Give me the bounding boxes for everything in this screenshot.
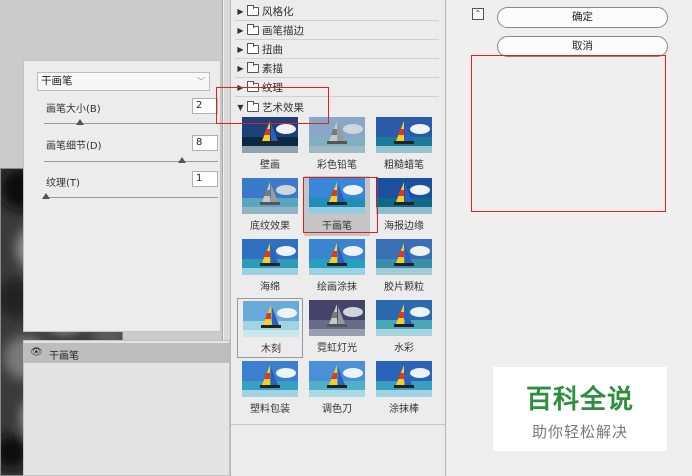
category-label: 画笔描边 — [262, 25, 304, 37]
collapsed-arrow-icon: ▶ — [237, 26, 244, 35]
annotation-box-params — [471, 55, 666, 212]
filter-thumb-palette-knife[interactable]: 调色刀 — [304, 359, 370, 419]
filter-thumb-label: 塑料包装 — [250, 404, 290, 415]
texture-label: 纹理(T) — [46, 178, 80, 189]
brush-detail-slider-track[interactable] — [44, 161, 218, 162]
brush-detail-input[interactable]: 8 — [192, 135, 218, 151]
filter-preview-image — [242, 361, 298, 397]
filter-thumb-label: 霓虹灯光 — [317, 343, 357, 354]
filter-preview-image — [376, 178, 432, 214]
effect-layer-name: 干画笔 — [49, 351, 79, 362]
collapse-up-icon[interactable]: ⌃ — [472, 8, 484, 20]
filter-thumb-label: 海报边缘 — [384, 221, 424, 232]
category-label: 素描 — [262, 63, 283, 75]
filter-thumb-label: 绘画涂抹 — [317, 282, 357, 293]
filter-thumb-label: 壁画 — [260, 160, 280, 171]
category-label: 扭曲 — [262, 44, 283, 56]
filter-thumb-label: 木刻 — [261, 344, 281, 355]
brush-size-slider-track[interactable] — [44, 123, 218, 124]
filter-thumb-watercolor[interactable]: 水彩 — [371, 298, 437, 358]
filter-thumb-sponge[interactable]: 海绵 — [237, 237, 303, 297]
filter-preview-image — [376, 117, 432, 153]
watermark-subtitle: 助你轻松解决 — [531, 423, 628, 441]
filter-thumb-neon-glow[interactable]: 霓虹灯光 — [304, 298, 370, 358]
filter-preview-image — [309, 300, 365, 336]
filter-preview-image — [376, 300, 432, 336]
filter-thumb-label: 彩色铅笔 — [317, 160, 357, 171]
filter-preview-image — [309, 239, 365, 275]
filter-thumb-label: 调色刀 — [322, 404, 352, 415]
filter-thumb-label: 底纹效果 — [250, 221, 290, 232]
chevron-down-icon: ﹀ — [197, 77, 205, 86]
filter-thumb-colored-pencil[interactable]: 彩色铅笔 — [304, 115, 370, 175]
folder-icon — [247, 43, 259, 54]
brush-size-input[interactable]: 2 — [192, 98, 218, 114]
texture-slider-thumb[interactable] — [42, 193, 50, 199]
watermark-title: 百科全说 — [525, 385, 634, 415]
filter-thumb-underpainting[interactable]: 底纹效果 — [237, 176, 303, 236]
folder-icon — [247, 5, 259, 16]
brush-size-slider-thumb[interactable] — [76, 119, 84, 125]
watermark-logo: 百科全说 助你轻松解决 — [493, 367, 667, 451]
filter-thumb-label: 海绵 — [260, 282, 280, 293]
cancel-button[interactable]: 取消 — [497, 36, 668, 57]
filter-thumb-label: 胶片颗粒 — [384, 282, 424, 293]
category-distort[interactable]: ▶ 扭曲 — [235, 41, 439, 59]
category-label: 风格化 — [262, 6, 294, 18]
collapsed-arrow-icon: ▶ — [237, 7, 244, 16]
filter-thumb-smudge-stick[interactable]: 涂抹棒 — [371, 359, 437, 419]
category-brush-strokes[interactable]: ▶ 画笔描边 — [235, 22, 439, 40]
filter-gallery: ▶ 风格化 ▶ 画笔描边 ▶ 扭曲 ▶ 素描 ▶ 纹理 ▼ 艺术效果 壁画 彩色铅… — [231, 0, 446, 476]
filter-thumb-label: 水彩 — [394, 343, 414, 354]
filter-thumb-label: 涂抹棒 — [389, 404, 419, 415]
filter-thumb-film-grain[interactable]: 胶片颗粒 — [371, 237, 437, 297]
filter-preview-image — [376, 239, 432, 275]
filter-preview-image — [242, 178, 298, 214]
gallery-footer — [231, 424, 445, 476]
ok-button[interactable]: 确定 — [497, 7, 668, 28]
filter-preview-image — [309, 361, 365, 397]
brush-detail-slider-thumb[interactable] — [178, 157, 186, 163]
annotation-box-category — [216, 87, 329, 124]
category-sketch[interactable]: ▶ 素描 — [235, 60, 439, 78]
eye-icon[interactable]: 👁 — [30, 347, 43, 358]
collapsed-arrow-icon: ▶ — [237, 45, 244, 54]
brush-size-label: 画笔大小(B) — [46, 104, 101, 115]
filter-thumb-rough-pastels[interactable]: 粗糙蜡笔 — [371, 115, 437, 175]
texture-input[interactable]: 1 — [192, 171, 218, 187]
annotation-box-thumbnail — [303, 177, 378, 233]
filter-thumb-paint-daubs[interactable]: 绘画涂抹 — [304, 237, 370, 297]
brush-detail-label: 画笔细节(D) — [46, 141, 102, 152]
filter-thumb-cutout[interactable]: 木刻 — [237, 298, 303, 358]
texture-slider-track[interactable] — [44, 197, 218, 198]
filter-thumb-poster-edges[interactable]: 海报边缘 — [371, 176, 437, 236]
category-stylize[interactable]: ▶ 风格化 — [235, 3, 439, 21]
folder-icon — [247, 24, 259, 35]
filter-thumb-label: 粗糙蜡笔 — [384, 160, 424, 171]
folder-icon — [247, 62, 259, 73]
filter-preview-image — [376, 361, 432, 397]
filter-select[interactable]: 干画笔 ﹀ — [37, 72, 210, 91]
collapsed-arrow-icon: ▶ — [237, 64, 244, 73]
filter-thumb-mural[interactable]: 壁画 — [237, 115, 303, 175]
filter-select-value: 干画笔 — [41, 75, 73, 87]
filter-thumb-plastic-wrap[interactable]: 塑料包装 — [237, 359, 303, 419]
filter-preview-image — [242, 239, 298, 275]
filter-preview-image — [243, 301, 299, 337]
